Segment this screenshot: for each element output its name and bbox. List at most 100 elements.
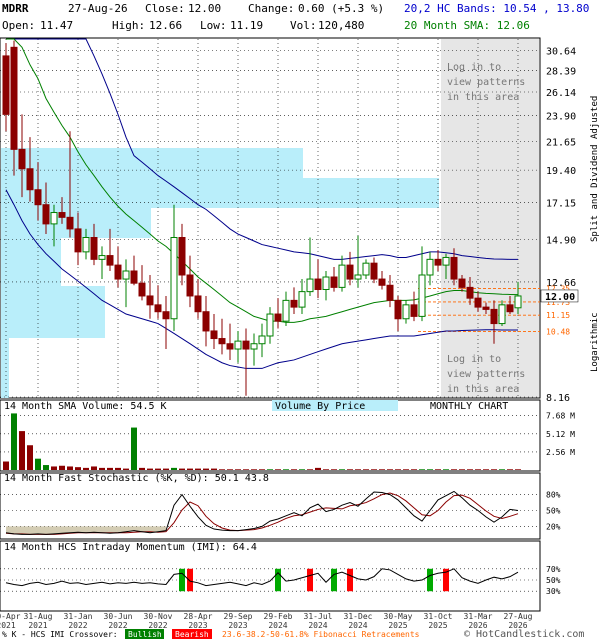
candle-body [386,284,394,301]
crossover-legend-label: % K - HCS IMI Crossover: [2,630,118,639]
volume-label: Vol: [290,19,317,32]
price-tick-label: 19.40 [546,166,576,177]
candle-body [306,278,314,293]
volume-tick-label: 7.68 M [546,412,575,421]
date-tick-year: 2025 [388,621,407,630]
volume-bar [339,469,345,470]
price-tick-label: 14.90 [546,235,576,246]
bearish-legend-label: Bearish [175,630,209,639]
volume-bar [491,469,497,470]
candle-body [418,274,426,317]
volume-bar [187,468,193,470]
volume-bar [291,469,297,470]
vbp-bar [1,286,105,338]
volume-bar [251,469,257,470]
volume-bar [395,469,401,470]
volume-bar [347,469,353,470]
bullish-crossover-marker [331,568,337,592]
login-overlay-top-1: Log in to [447,62,501,73]
candle-body [426,258,434,276]
volume-bar [403,469,409,470]
date-tick-label: 31-Mar [464,612,493,621]
open-label: Open: [2,19,35,32]
candle-body [74,228,82,253]
volume-bar [355,469,361,470]
volume-bar [123,468,129,470]
volume-tick-label: 2.56 M [546,448,575,457]
date-tick-year: 2021 [0,621,16,630]
candle-body [410,304,418,317]
date-tick-label: 31-Aug [24,612,53,621]
volume-bar [267,469,273,470]
candle-body [330,276,338,288]
date-tick-label: 31-Dec [344,612,373,621]
change-value: 0.60 (+5.3 %) [298,2,384,15]
volume-bar [443,469,449,470]
date-tick-year: 2022 [148,621,167,630]
volume-bar [427,469,433,470]
volume-bar [467,469,473,470]
date-tick-label: 30-Apr [0,612,21,621]
candle-body [394,299,402,320]
fib-level-label: 11.15 [546,311,570,320]
candle-body [170,237,178,320]
imi-level-label: 70% [546,565,561,574]
date-tick-year: 2024 [348,621,367,630]
candle-body [258,335,266,345]
candle-body [114,264,122,280]
stochastic-panel: 14 Month Fast Stochastic (%K, %D): 50.1 … [0,472,561,540]
candle-body [66,216,74,230]
date-tick-label: 30-Nov [144,612,173,621]
high-value: 12.66 [149,19,182,32]
candle-body [122,270,130,280]
volume-bar [43,465,49,470]
volume-bar [459,469,465,470]
fib-level-label: 10.48 [546,327,570,336]
low-value: 11.19 [230,19,263,32]
copyright-notice: © HotCandlestick.com [464,629,584,640]
candle-body [250,343,258,350]
last-price-label: 12.00 [545,292,575,303]
candle-body [402,304,410,320]
date-tick-label: 29-Sep [224,612,253,621]
chart-period: MONTHLY CHART [430,401,508,412]
volume-bar [219,469,225,470]
date-tick-label: 30-Jun [104,612,133,621]
candle-body [490,308,498,325]
fibonacci-legend-label: 23.6-38.2-50-61.8% Fibonacci Retracement… [222,630,420,639]
price-tick-label: 30.64 [546,46,576,57]
volume-bar [171,467,177,470]
candle-body [338,264,346,288]
bullish-crossover-marker [179,568,185,592]
date-tick-label: 31-Jan [64,612,93,621]
volume-bar [483,469,489,470]
candle-body [458,278,466,288]
login-overlay-bottom-3: in this area [447,384,519,395]
candle-body [186,274,194,297]
candle-body [362,262,370,276]
date-tick-label: 30-May [384,612,413,621]
volume-bar [195,468,201,470]
candle-body [42,204,50,225]
stoch-level-label: 20% [546,522,561,531]
volume-bar [315,467,321,470]
candle-body [154,304,162,313]
candle-body [90,237,98,260]
hc-bands-readout: 20,2 HC Bands: 10.54 , 13.80 [404,2,589,15]
candle-body [162,311,170,320]
candle-body [98,255,106,260]
candle-body [466,286,474,299]
vbp-caption: Volume By Price [275,401,365,412]
date-tick-label: 28-Apr [184,612,213,621]
stoch-level-label: 80% [546,491,561,500]
candle-body [322,276,330,290]
candle-body [82,237,90,253]
candle-body [474,297,482,308]
candle-body [378,278,386,286]
volume-bar [179,468,185,470]
bearish-crossover-marker [307,568,313,592]
candle-body [2,55,10,115]
candle-body [18,148,26,170]
volume-bar [155,468,161,470]
volume-bar [419,469,425,470]
